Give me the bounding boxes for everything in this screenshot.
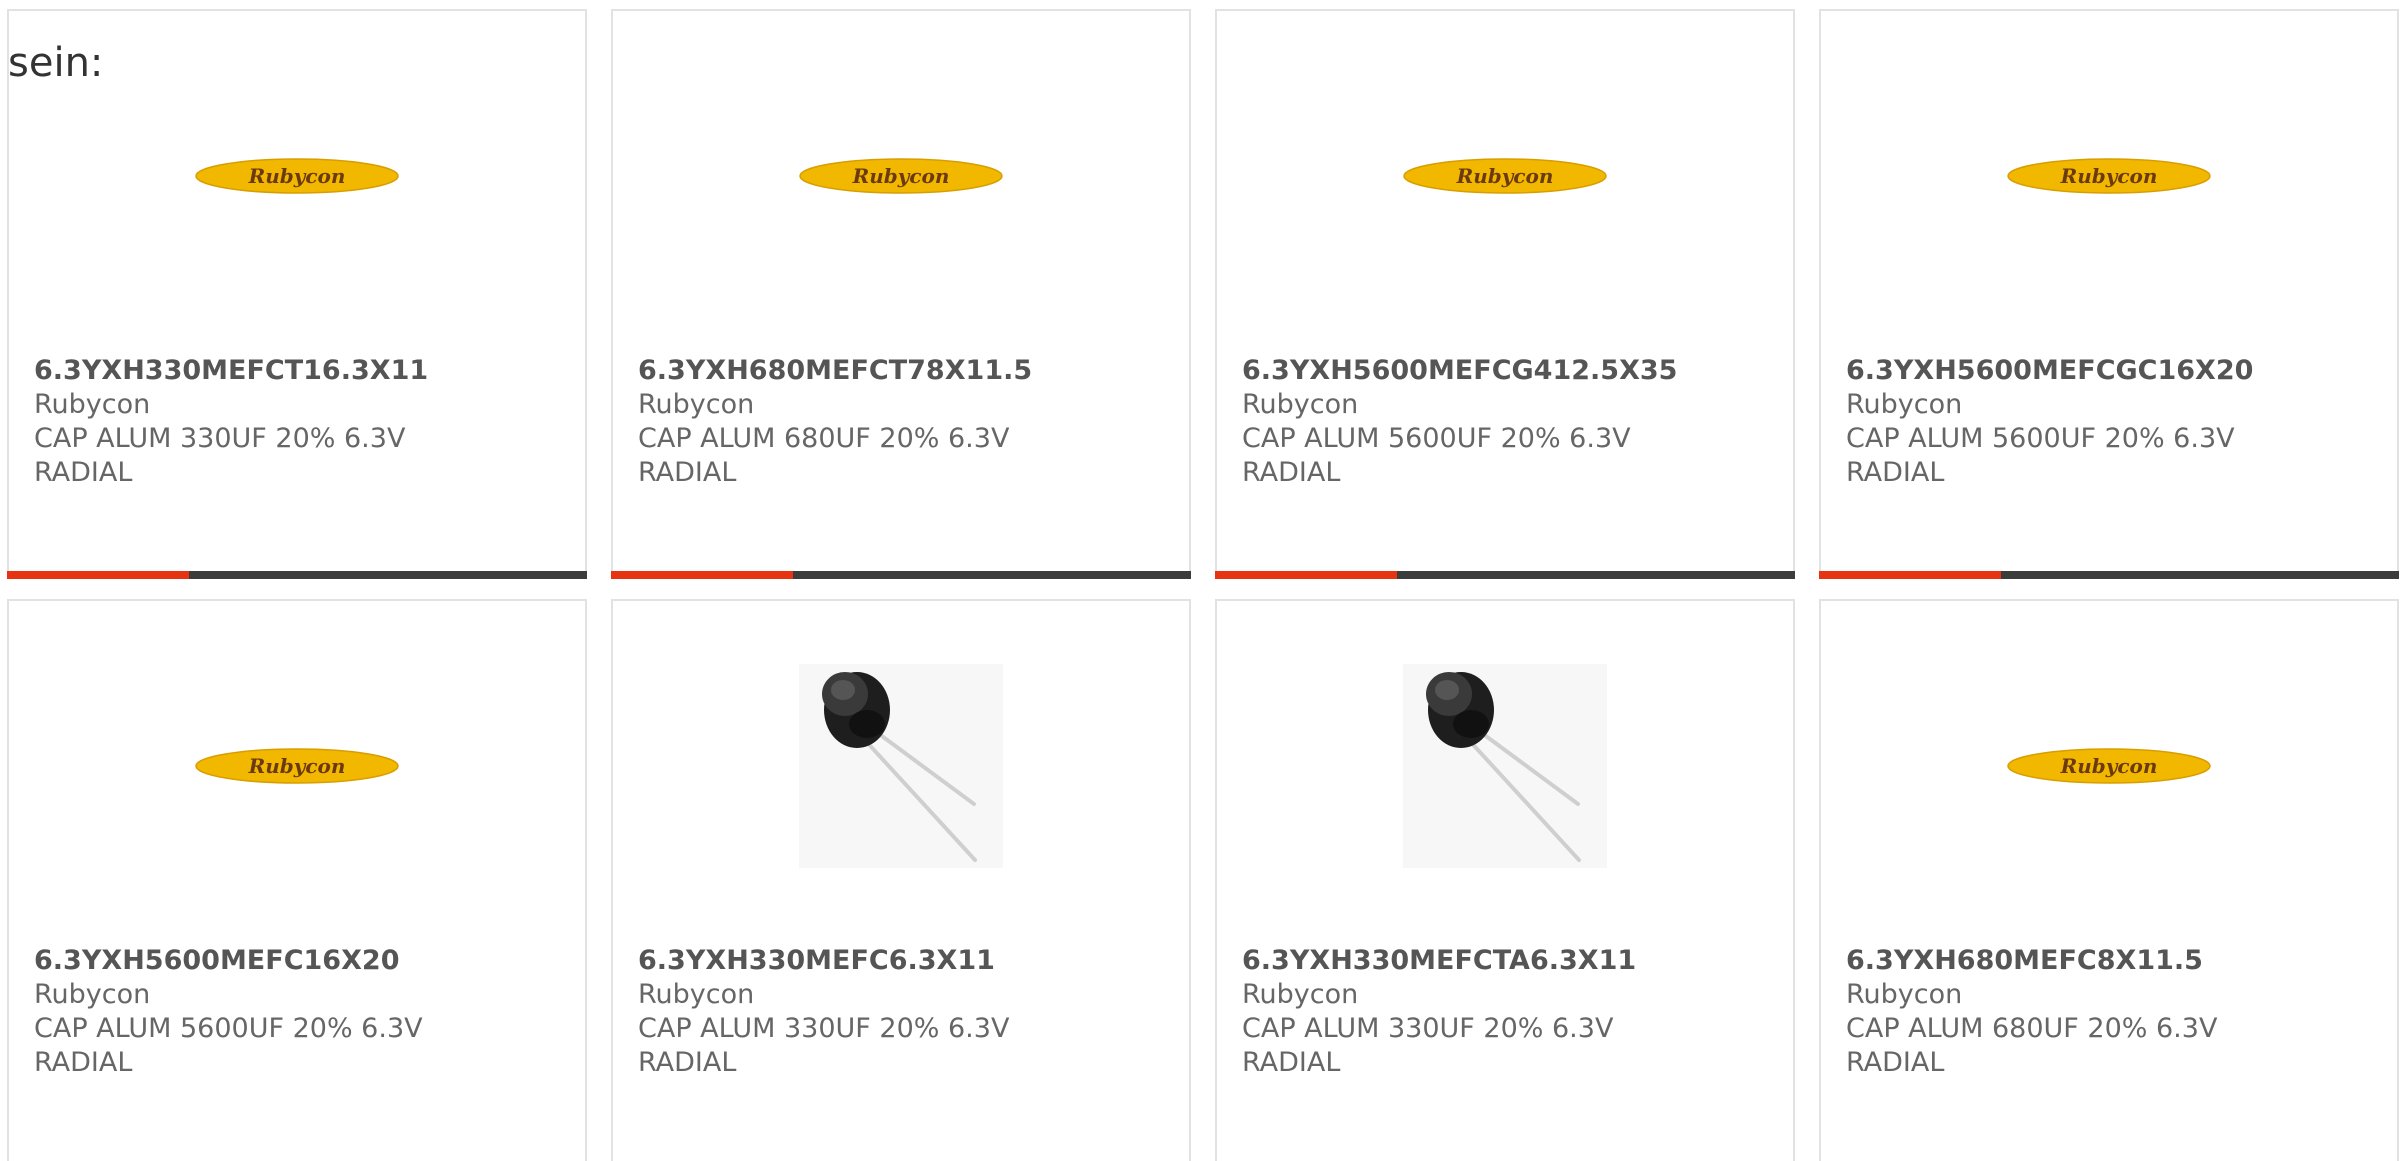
svg-text:Rubycon: Rubycon — [2060, 164, 2158, 188]
brand-name: Rubycon — [1242, 979, 1359, 1010]
description-line: CAP ALUM 5600UF 20% 6.3V — [1242, 423, 1631, 454]
product-image[interactable] — [613, 601, 1189, 931]
part-number[interactable]: 6.3YXH330MEFCT16.3X11 — [34, 354, 565, 388]
part-number[interactable]: 6.3YXH5600MEFCGC16X20 — [1846, 354, 2377, 388]
product-card[interactable]: Rubycon 6.3YXH5600MEFCGC16X20 Rubycon CA… — [1819, 9, 2399, 579]
card-bottom-bar — [1215, 571, 1795, 579]
part-number[interactable]: 6.3YXH680MEFC8X11.5 — [1846, 944, 2377, 978]
description-line: RADIAL — [638, 457, 737, 488]
card-accent-bar — [7, 571, 189, 579]
part-number[interactable]: 6.3YXH330MEFC6.3X11 — [638, 944, 1169, 978]
description-line: CAP ALUM 680UF 20% 6.3V — [638, 423, 1010, 454]
description-line: CAP ALUM 680UF 20% 6.3V — [1846, 1013, 2218, 1044]
description-line: CAP ALUM 330UF 20% 6.3V — [34, 423, 406, 454]
product-card[interactable]: 6.3YXH330MEFC6.3X11 Rubycon CAP ALUM 330… — [611, 599, 1191, 1161]
svg-text:Rubycon: Rubycon — [1456, 164, 1554, 188]
product-card[interactable]: Rubycon 6.3YXH680MEFC8X11.5 Rubycon CAP … — [1819, 599, 2399, 1161]
svg-text:Rubycon: Rubycon — [852, 164, 950, 188]
card-bottom-bar — [1819, 571, 2399, 579]
description-line: RADIAL — [1242, 1047, 1341, 1078]
card-accent-bar — [1819, 571, 2001, 579]
card-bottom-bar — [611, 571, 1191, 579]
part-number[interactable]: 6.3YXH5600MEFC16X20 — [34, 944, 565, 978]
card-bottom-bar — [7, 571, 587, 579]
description-line: RADIAL — [1846, 457, 1945, 488]
product-card[interactable]: Rubycon 6.3YXH680MEFCT78X11.5 Rubycon CA… — [611, 9, 1191, 579]
brand-name: Rubycon — [638, 389, 755, 420]
brand-name: Rubycon — [34, 979, 151, 1010]
part-number[interactable]: 6.3YXH5600MEFCG412.5X35 — [1242, 354, 1773, 388]
rubycon-logo-icon: Rubycon — [2007, 158, 2211, 194]
capacitor-photo-icon — [799, 664, 1003, 868]
product-card[interactable]: Rubycon 6.3YXH5600MEFCG412.5X35 Rubycon … — [1215, 9, 1795, 579]
product-image[interactable]: Rubycon — [1821, 601, 2397, 931]
product-card[interactable]: Rubycon 6.3YXH330MEFCT16.3X11 Rubycon CA… — [7, 9, 587, 579]
product-image[interactable]: Rubycon — [1217, 11, 1793, 341]
product-image[interactable] — [1217, 601, 1793, 931]
part-number[interactable]: 6.3YXH330MEFCTA6.3X11 — [1242, 944, 1773, 978]
description-line: RADIAL — [1242, 457, 1341, 488]
description-line: RADIAL — [34, 457, 133, 488]
description-line: CAP ALUM 5600UF 20% 6.3V — [34, 1013, 423, 1044]
rubycon-logo-icon: Rubycon — [195, 158, 399, 194]
card-accent-bar — [1215, 571, 1397, 579]
product-card[interactable]: 6.3YXH330MEFCTA6.3X11 Rubycon CAP ALUM 3… — [1215, 599, 1795, 1161]
description-line: RADIAL — [638, 1047, 737, 1078]
brand-name: Rubycon — [1846, 389, 1963, 420]
capacitor-photo-icon — [1403, 664, 1607, 868]
section-heading: sein: — [8, 40, 104, 86]
rubycon-logo-icon: Rubycon — [2007, 748, 2211, 784]
description-line: RADIAL — [1846, 1047, 1945, 1078]
rubycon-logo-icon: Rubycon — [195, 748, 399, 784]
description-line: RADIAL — [34, 1047, 133, 1078]
card-accent-bar — [611, 571, 793, 579]
product-image[interactable]: Rubycon — [9, 601, 585, 931]
part-number[interactable]: 6.3YXH680MEFCT78X11.5 — [638, 354, 1169, 388]
svg-text:Rubycon: Rubycon — [248, 754, 346, 778]
rubycon-logo-icon: Rubycon — [1403, 158, 1607, 194]
description-line: CAP ALUM 330UF 20% 6.3V — [1242, 1013, 1614, 1044]
svg-text:Rubycon: Rubycon — [2060, 754, 2158, 778]
rubycon-logo-icon: Rubycon — [799, 158, 1003, 194]
product-card[interactable]: Rubycon 6.3YXH5600MEFC16X20 Rubycon CAP … — [7, 599, 587, 1161]
brand-name: Rubycon — [1242, 389, 1359, 420]
brand-name: Rubycon — [638, 979, 755, 1010]
brand-name: Rubycon — [34, 389, 151, 420]
svg-text:Rubycon: Rubycon — [248, 164, 346, 188]
brand-name: Rubycon — [1846, 979, 1963, 1010]
description-line: CAP ALUM 330UF 20% 6.3V — [638, 1013, 1010, 1044]
product-image[interactable]: Rubycon — [613, 11, 1189, 341]
product-image[interactable]: Rubycon — [1821, 11, 2397, 341]
description-line: CAP ALUM 5600UF 20% 6.3V — [1846, 423, 2235, 454]
